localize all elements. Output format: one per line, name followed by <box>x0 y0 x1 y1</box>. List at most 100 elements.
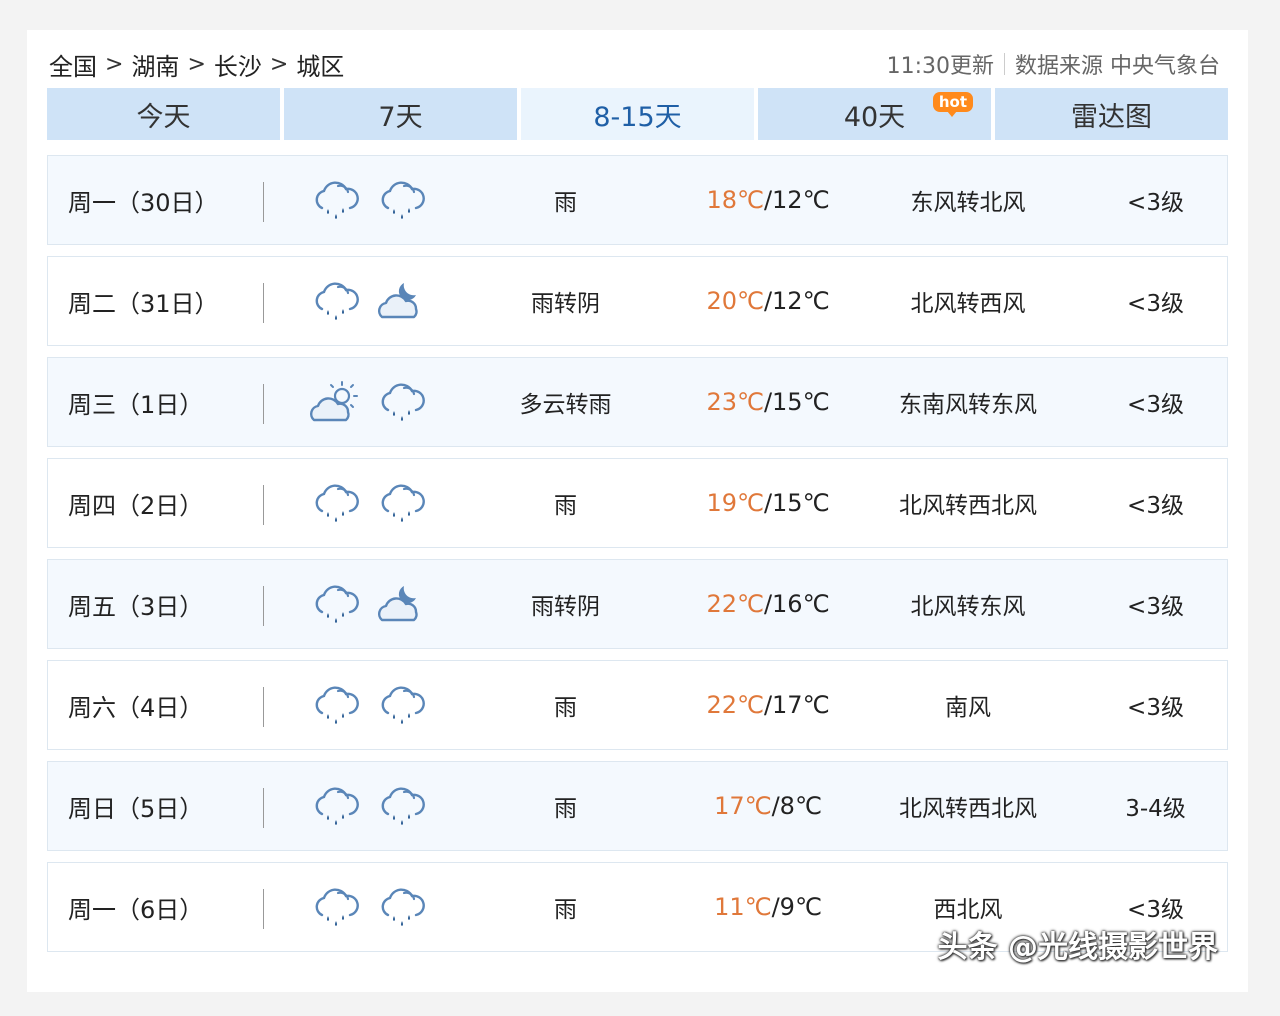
high-temp: 20℃ <box>706 287 764 315</box>
weather-icons <box>308 883 426 939</box>
low-temp: /12℃ <box>763 186 830 214</box>
breadcrumb-item-district[interactable]: 城区 <box>296 47 344 82</box>
wind-level: <3级 <box>1127 190 1184 216</box>
rain-cloud-icon <box>308 883 360 939</box>
weather-description: 多云转雨 <box>519 392 612 418</box>
low-temp: /15℃ <box>763 388 830 416</box>
watermark: 头条 @光线摄影世界 <box>937 930 1218 965</box>
tab-label: 40天 <box>843 101 906 133</box>
rain-cloud-icon <box>308 479 360 535</box>
weather-description: 雨转阴 <box>531 291 600 317</box>
wind-direction: 东风转北风 <box>910 190 1026 216</box>
high-temp: 22℃ <box>706 590 764 618</box>
weather-description: 雨转阴 <box>531 594 600 620</box>
cloudy-night-icon <box>374 277 426 333</box>
forecast-day-row[interactable]: 周六（4日） 雨 22℃/17℃ 南风 <3级 <box>47 660 1228 750</box>
divider <box>263 485 264 525</box>
wind-level: 3-4级 <box>1125 796 1186 822</box>
breadcrumb-item-province[interactable]: 湖南 <box>131 47 179 82</box>
low-temp: /9℃ <box>771 893 822 921</box>
divider <box>263 182 264 222</box>
day-label: 周二（31日） <box>68 289 219 318</box>
wind-level: <3级 <box>1127 695 1184 721</box>
tab-label: 雷达图 <box>1071 101 1152 133</box>
weather-icons <box>308 277 426 333</box>
low-temp: /12℃ <box>763 287 830 315</box>
rain-cloud-icon <box>308 681 360 737</box>
weather-icons <box>308 176 426 232</box>
hot-badge: hot <box>932 92 973 117</box>
weather-icons <box>308 782 426 838</box>
tab-40-days[interactable]: 40天 hot <box>758 88 991 140</box>
rain-cloud-icon <box>374 883 426 939</box>
low-temp: /15℃ <box>763 489 830 517</box>
tab-radar[interactable]: 雷达图 <box>995 88 1228 140</box>
wind-level: <3级 <box>1127 291 1184 317</box>
high-temp: 18℃ <box>706 186 764 214</box>
tab-7-days[interactable]: 7天 <box>284 88 517 140</box>
day-label: 周日（5日） <box>68 794 204 823</box>
rain-cloud-icon <box>308 782 360 838</box>
forecast-day-row[interactable]: 周一（30日） 雨 18℃/12℃ 东风转北风 <3级 <box>47 155 1228 245</box>
wind-direction: 南风 <box>945 695 991 721</box>
weather-icons <box>308 479 426 535</box>
temperature-range: 22℃/17℃ <box>668 661 868 749</box>
rain-cloud-icon <box>374 176 426 232</box>
temperature-range: 18℃/12℃ <box>668 156 868 244</box>
high-temp: 17℃ <box>714 792 772 820</box>
temperature-range: 23℃/15℃ <box>668 358 868 446</box>
weather-description: 雨 <box>554 493 577 519</box>
tab-today[interactable]: 今天 <box>47 88 280 140</box>
day-label: 周一（30日） <box>68 188 219 217</box>
temperature-range: 17℃/8℃ <box>668 762 868 850</box>
partly-cloudy-sun-icon <box>308 378 360 434</box>
high-temp: 19℃ <box>706 489 764 517</box>
wind-direction: 东南风转东风 <box>899 392 1037 418</box>
day-label: 周四（2日） <box>68 491 204 520</box>
forecast-day-row[interactable]: 周五（3日） 雨转阴 22℃/16℃ 北风转东风 <3级 <box>47 559 1228 649</box>
rain-cloud-icon <box>374 479 426 535</box>
forecast-panel: 全国 > 湖南 > 长沙 > 城区 11:30更新 数据来源 中央气象台 今天 … <box>27 30 1248 992</box>
divider <box>1004 53 1005 75</box>
breadcrumb-item-city[interactable]: 长沙 <box>214 47 262 82</box>
breadcrumb-separator: > <box>105 51 124 77</box>
weather-icons <box>308 580 426 636</box>
data-source: 数据来源 中央气象台 <box>1015 54 1220 79</box>
weather-description: 雨 <box>554 190 577 216</box>
forecast-day-row[interactable]: 周二（31日） 雨转阴 20℃/12℃ 北风转西风 <3级 <box>47 256 1228 346</box>
tab-label: 7天 <box>378 101 423 133</box>
divider <box>263 889 264 929</box>
low-temp: /17℃ <box>763 691 830 719</box>
breadcrumb-item-country[interactable]: 全国 <box>49 47 97 82</box>
weather-icons <box>308 378 426 434</box>
weather-description: 雨 <box>554 695 577 721</box>
update-time: 11:30更新 <box>886 54 994 79</box>
forecast-day-row[interactable]: 周日（5日） 雨 17℃/8℃ 北风转西北风 3-4级 <box>47 761 1228 851</box>
update-info: 11:30更新 数据来源 中央气象台 <box>887 48 1220 80</box>
temperature-range: 22℃/16℃ <box>668 560 868 648</box>
high-temp: 11℃ <box>714 893 772 921</box>
divider <box>263 687 264 727</box>
weather-icons <box>308 681 426 737</box>
header-bar: 全国 > 湖南 > 长沙 > 城区 11:30更新 数据来源 中央气象台 <box>49 44 1220 84</box>
rain-cloud-icon <box>308 277 360 333</box>
wind-direction: 北风转西风 <box>910 291 1026 317</box>
day-label: 周一（6日） <box>68 895 204 924</box>
divider <box>263 384 264 424</box>
forecast-day-row[interactable]: 周三（1日） 多云转雨 23℃/15℃ 东南风转东风 <3级 <box>47 357 1228 447</box>
weather-description: 雨 <box>554 796 577 822</box>
day-label: 周三（1日） <box>68 390 204 419</box>
daily-forecast-list: 周一（30日）雨 18℃/12℃ 东风转北风 <3级 周二（31日） 雨转阴 20℃/12℃… <box>47 155 1228 963</box>
temperature-range: 11℃/9℃ <box>668 863 868 951</box>
rain-cloud-icon <box>374 681 426 737</box>
wind-level: <3级 <box>1127 392 1184 418</box>
breadcrumb: 全国 > 湖南 > 长沙 > 城区 <box>49 47 344 82</box>
weather-description: 雨 <box>554 897 577 923</box>
tab-8-15-days[interactable]: 8-15天 <box>521 88 754 140</box>
high-temp: 23℃ <box>706 388 764 416</box>
breadcrumb-separator: > <box>187 51 206 77</box>
rain-cloud-icon <box>374 782 426 838</box>
tab-label: 8-15天 <box>593 101 682 133</box>
forecast-day-row[interactable]: 周四（2日） 雨 19℃/15℃ 北风转西北风 <3级 <box>47 458 1228 548</box>
forecast-tabs: 今天 7天 8-15天 40天 hot 雷达图 <box>47 88 1228 140</box>
